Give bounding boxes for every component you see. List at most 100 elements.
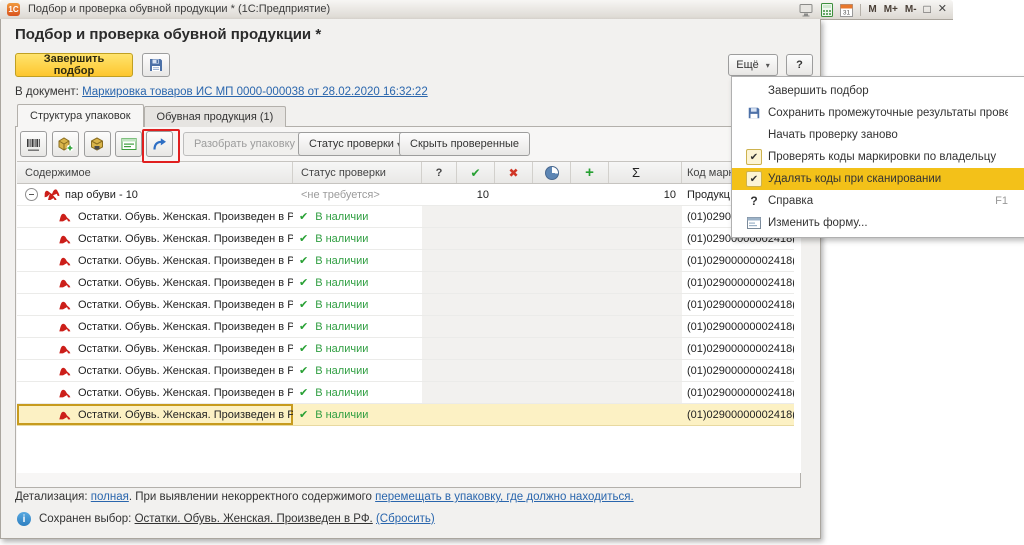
document-label: В документ: xyxy=(15,86,79,98)
column-header-total[interactable]: Σ xyxy=(609,162,682,183)
card-view-button[interactable] xyxy=(115,131,142,157)
saved-label: Сохранен выбор: xyxy=(39,513,131,525)
detail-full-link[interactable]: полная xyxy=(91,491,129,503)
shoe-icon xyxy=(58,364,72,378)
group-row[interactable]: пар обуви - 10 <не требуется> 10 10 Прод… xyxy=(17,184,795,206)
cross-icon: ✖ xyxy=(508,166,518,180)
menu-item-справка[interactable]: ? Справка F1 xyxy=(732,190,1024,212)
column-header-status[interactable]: Статус проверки xyxy=(293,162,422,183)
row-content: Остатки. Обувь. Женская. Произведен в РФ xyxy=(78,321,293,333)
shoe-icon xyxy=(58,408,72,422)
group-row-label: пар обуви - 10 xyxy=(65,189,138,201)
shoe-icon xyxy=(58,298,72,312)
column-header-extra[interactable]: + xyxy=(571,162,609,183)
main-window: Подбор и проверка обувной продукции * За… xyxy=(0,19,821,539)
check-icon xyxy=(299,232,308,245)
row-code: (01)02900000002418(2 xyxy=(682,360,794,382)
save-icon xyxy=(747,106,761,120)
table-row[interactable]: Остатки. Обувь. Женская. Произведен в РФ… xyxy=(17,228,795,250)
question-mark: ? xyxy=(436,167,443,179)
tab-package-structure[interactable]: Структура упаковок xyxy=(17,104,144,127)
column-header-found[interactable]: ✔ xyxy=(457,162,495,183)
scan-barcode-button[interactable] xyxy=(20,131,47,157)
table-row[interactable]: Остатки. Обувь. Женская. Произведен в РФ… xyxy=(17,316,795,338)
add-package-button[interactable] xyxy=(52,131,79,157)
svg-text:31: 31 xyxy=(843,9,851,16)
document-link[interactable]: Маркировка товаров ИС МП 0000-000038 от … xyxy=(82,86,428,98)
check-icon xyxy=(299,276,308,289)
row-content: Остатки. Обувь. Женская. Произведен в РФ xyxy=(78,277,293,289)
maximize-icon[interactable] xyxy=(924,2,931,18)
titlebar: 1С Подбор и проверка обувной продукции *… xyxy=(0,0,953,20)
row-content: Остатки. Обувь. Женская. Произведен в РФ xyxy=(78,211,293,223)
check-icon xyxy=(299,408,308,421)
more-menu: Завершить подбор Сохранить промежуточные… xyxy=(731,76,1024,238)
table-row[interactable]: Остатки. Обувь. Женская. Произведен в РФ… xyxy=(17,294,795,316)
box-close-icon xyxy=(89,136,106,152)
row-content: Остатки. Обувь. Женская. Произведен в РФ xyxy=(78,299,293,311)
table-row[interactable]: Остатки. Обувь. Женская. Произведен в РФ… xyxy=(17,206,795,228)
column-header-pending[interactable] xyxy=(533,162,571,183)
blue-arrow-icon xyxy=(151,136,168,152)
table-row[interactable]: Остатки. Обувь. Женская. Произведен в РФ… xyxy=(17,338,795,360)
reset-link[interactable]: (Сбросить) xyxy=(376,513,435,525)
calendar-icon[interactable]: 31 xyxy=(840,3,853,17)
row-content: Остатки. Обувь. Женская. Произведен в РФ xyxy=(78,233,293,245)
more-button[interactable]: Ещё xyxy=(728,54,778,76)
calculator-icon[interactable] xyxy=(821,3,833,17)
close-package-button[interactable] xyxy=(84,131,111,157)
checkbox-checked-icon xyxy=(746,149,762,165)
menu-item-удалять[interactable]: Удалять коды при сканировании xyxy=(732,168,1024,190)
shoe-icon xyxy=(58,386,72,400)
row-content: Остатки. Обувь. Женская. Произведен в РФ xyxy=(78,255,293,267)
table-row[interactable]: Остатки. Обувь. Женская. Произведен в РФ… xyxy=(17,272,795,294)
row-code: (01)02900000002418(2 xyxy=(682,382,794,404)
row-code: (01)02900000002418(2 xyxy=(682,294,794,316)
row-status: В наличии xyxy=(315,211,368,223)
info-icon: i xyxy=(17,512,31,526)
menu-item-сохранить[interactable]: Сохранить промежуточные результаты прове… xyxy=(732,102,1024,124)
group-total-count: 10 xyxy=(609,184,682,206)
save-button[interactable] xyxy=(142,53,170,77)
row-status: В наличии xyxy=(315,387,368,399)
form-help-button[interactable]: ? xyxy=(786,54,813,76)
saved-selection-line: i Сохранен выбор: Остатки. Обувь. Женска… xyxy=(17,512,435,526)
package-structure-table: Содержимое Статус проверки ? ✔ ✖ + Σ Код… xyxy=(17,161,801,473)
box-add-icon xyxy=(57,136,74,152)
row-status: В наличии xyxy=(315,255,368,267)
memory-mminus-button[interactable]: M- xyxy=(905,2,917,17)
card-icon xyxy=(121,137,137,151)
menu-item-изменить[interactable]: Изменить форму... xyxy=(732,212,1024,234)
disassemble-package-button[interactable]: Разобрать упаковку xyxy=(183,132,306,156)
computer-icon[interactable] xyxy=(798,3,814,17)
page-title: Подбор и проверка обувной продукции * xyxy=(15,26,321,43)
table-row[interactable]: Остатки. Обувь. Женская. Произведен в РФ… xyxy=(17,250,795,272)
row-code: (01)02900000002418(2 xyxy=(682,404,794,426)
memory-mplus-button[interactable]: M+ xyxy=(884,2,898,17)
column-header-unchecked[interactable]: ? xyxy=(422,162,457,183)
move-to-package-link[interactable]: перемещать в упаковку, где должно находи… xyxy=(375,491,634,503)
row-content: Остатки. Обувь. Женская. Произведен в РФ xyxy=(78,365,293,377)
menu-item-завершить[interactable]: Завершить подбор xyxy=(732,80,1024,102)
memory-m-button[interactable]: M xyxy=(868,2,876,17)
row-code: (01)02900000002418(2 xyxy=(682,338,794,360)
tab-footwear-products[interactable]: Обувная продукция (1) xyxy=(144,106,287,127)
hide-checked-button[interactable]: Скрыть проверенные xyxy=(399,132,530,156)
close-icon[interactable] xyxy=(938,2,947,17)
menu-item-начать[interactable]: Начать проверку заново xyxy=(732,124,1024,146)
status-filter-button[interactable]: Статус проверки xyxy=(298,132,412,156)
detail-line: Детализация: полная. При выявлении некор… xyxy=(15,491,795,503)
table-row[interactable]: Остатки. Обувь. Женская. Произведен в РФ… xyxy=(17,382,795,404)
table-row[interactable]: Остатки. Обувь. Женская. Произведен в РФ… xyxy=(17,404,795,426)
collapse-expander-icon[interactable] xyxy=(25,188,38,201)
table-rows: Остатки. Обувь. Женская. Произведен в РФ… xyxy=(17,206,801,426)
tab-bar: Структура упаковок Обувная продукция (1) xyxy=(17,105,286,127)
row-content: Остатки. Обувь. Женская. Произведен в РФ xyxy=(78,387,293,399)
move-to-package-button[interactable] xyxy=(146,131,173,157)
table-row[interactable]: Остатки. Обувь. Женская. Произведен в РФ… xyxy=(17,360,795,382)
column-header-content[interactable]: Содержимое xyxy=(17,162,293,183)
finish-selection-button[interactable]: Завершить подбор xyxy=(15,53,133,77)
group-row-status: <не требуется> xyxy=(301,189,380,201)
column-header-missing[interactable]: ✖ xyxy=(495,162,533,183)
menu-item-проверять[interactable]: Проверять коды маркировки по владельцу xyxy=(732,146,1024,168)
